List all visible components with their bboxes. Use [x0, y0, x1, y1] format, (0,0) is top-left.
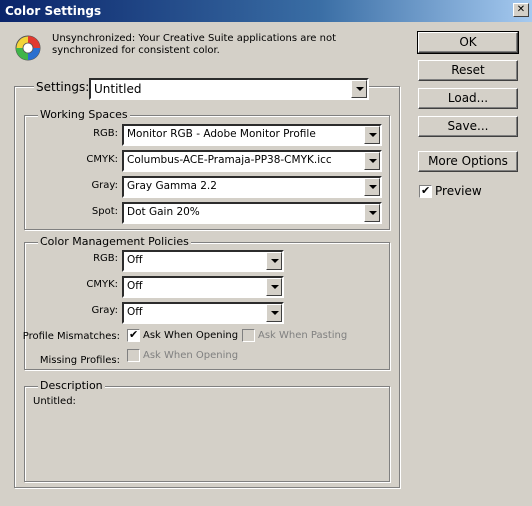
- rgb-working-value: Monitor RGB - Adobe Monitor Profile: [127, 128, 316, 140]
- working-spaces-title: Working Spaces: [38, 108, 130, 121]
- chevron-down-icon[interactable]: [266, 278, 282, 296]
- rgb-policy-label: RGB:: [93, 253, 118, 264]
- spot-working-space-select[interactable]: Dot Gain 20%: [122, 202, 382, 224]
- gray-working-label: Gray:: [91, 180, 118, 191]
- settings-label: Settings:: [34, 80, 92, 94]
- cmyk-working-space-select[interactable]: Columbus-ACE-Pramaja-PP38-CMYK.icc: [122, 150, 382, 172]
- spot-working-value: Dot Gain 20%: [127, 206, 200, 218]
- save-button[interactable]: Save...: [418, 116, 518, 137]
- settings-value: Untitled: [94, 82, 142, 96]
- ask-when-pasting-checkbox[interactable]: [242, 329, 255, 342]
- reset-button[interactable]: Reset: [418, 60, 518, 81]
- policies-title: Color Management Policies: [38, 235, 191, 248]
- rgb-policy-select[interactable]: Off: [122, 250, 284, 272]
- ask-when-pasting-label: Ask When Pasting: [258, 330, 348, 341]
- settings-select[interactable]: Untitled: [89, 78, 369, 100]
- missing-ask-when-opening-label: Ask When Opening: [143, 350, 239, 361]
- cmyk-policy-select[interactable]: Off: [122, 276, 284, 298]
- preview-checkbox[interactable]: [419, 184, 432, 198]
- ask-when-opening-label: Ask When Opening: [143, 330, 239, 341]
- profile-mismatches-label: Profile Mismatches:: [22, 331, 120, 342]
- sync-message: Unsynchronized: Your Creative Suite appl…: [52, 33, 337, 56]
- chevron-down-icon[interactable]: [351, 80, 367, 98]
- chevron-down-icon[interactable]: [266, 252, 282, 270]
- ask-when-opening-checkbox[interactable]: [127, 328, 140, 342]
- load-button[interactable]: Load...: [418, 88, 518, 109]
- description-title: Description: [38, 379, 105, 392]
- title-bar: Color Settings ✕: [0, 0, 532, 22]
- chevron-down-icon[interactable]: [364, 152, 380, 170]
- chevron-down-icon[interactable]: [364, 178, 380, 196]
- spot-working-label: Spot:: [91, 206, 118, 217]
- rgb-policy-value: Off: [127, 254, 143, 266]
- cmyk-policy-label: CMYK:: [86, 279, 118, 290]
- cmyk-policy-value: Off: [127, 280, 143, 292]
- window-title: Color Settings: [5, 4, 102, 18]
- chevron-down-icon[interactable]: [364, 126, 380, 144]
- gray-policy-select[interactable]: Off: [122, 302, 284, 324]
- ok-button[interactable]: OK: [417, 31, 519, 54]
- rgb-working-label: RGB:: [93, 128, 118, 139]
- sync-warning-icon: [14, 34, 42, 62]
- more-options-button[interactable]: More Options: [418, 151, 518, 172]
- gray-policy-value: Off: [127, 306, 143, 318]
- gray-working-value: Gray Gamma 2.2: [127, 180, 217, 192]
- missing-ask-when-opening-checkbox[interactable]: [127, 349, 140, 362]
- preview-label: Preview: [435, 184, 482, 198]
- gray-policy-label: Gray:: [91, 305, 118, 316]
- description-group: [24, 386, 390, 482]
- cmyk-working-label: CMYK:: [86, 154, 118, 165]
- cmyk-working-value: Columbus-ACE-Pramaja-PP38-CMYK.icc: [127, 154, 332, 166]
- gray-working-space-select[interactable]: Gray Gamma 2.2: [122, 176, 382, 198]
- chevron-down-icon[interactable]: [364, 204, 380, 222]
- rgb-working-space-select[interactable]: Monitor RGB - Adobe Monitor Profile: [122, 124, 382, 146]
- close-window-button[interactable]: ✕: [513, 3, 529, 17]
- chevron-down-icon[interactable]: [266, 304, 282, 322]
- missing-profiles-label: Missing Profiles:: [39, 355, 120, 366]
- description-text: Untitled:: [33, 396, 76, 407]
